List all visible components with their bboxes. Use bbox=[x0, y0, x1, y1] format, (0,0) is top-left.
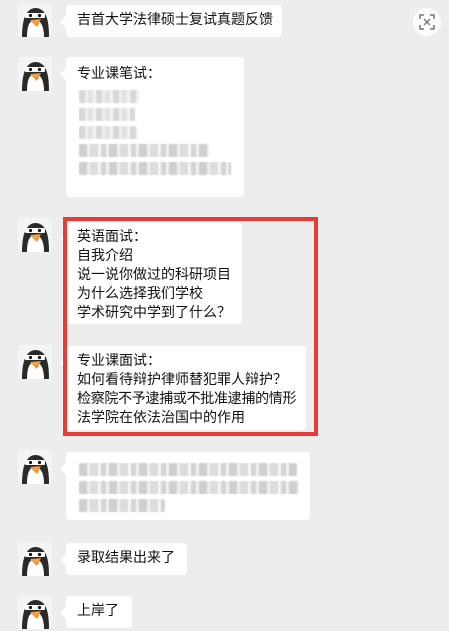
message-text: 专业课笔试： bbox=[77, 66, 161, 82]
message-bubble[interactable] bbox=[60, 452, 310, 520]
message-text: 学术研究中学到了什么？ bbox=[77, 305, 231, 321]
message-text: 吉首大学法律硕士复试真题反馈 bbox=[77, 12, 273, 28]
penguin-avatar-icon[interactable] bbox=[18, 542, 52, 576]
message-bubble[interactable]: 上岸了 bbox=[60, 596, 132, 628]
message-text: 为什么选择我们学校 bbox=[77, 286, 203, 302]
message-bubble[interactable]: 英语面试： 自我介绍 说一说你做过的科研项目 为什么选择我们学校 学术研究中学到… bbox=[60, 222, 242, 324]
penguin-avatar-icon[interactable] bbox=[18, 218, 52, 252]
blurred-text bbox=[79, 481, 299, 494]
penguin-avatar-icon[interactable] bbox=[18, 57, 52, 91]
message-text: 专业课面试： bbox=[77, 353, 161, 369]
blurred-text bbox=[79, 144, 209, 157]
penguin-avatar-icon[interactable] bbox=[18, 345, 52, 379]
message-text: 上岸了 bbox=[77, 603, 119, 619]
message-bubble[interactable]: 专业课面试： 如何看待辩护律师替犯罪人辩护？ 检察院不予逮捕或不批准逮捕的情形 … bbox=[60, 346, 306, 430]
blurred-text bbox=[79, 162, 231, 175]
message-text: 如何看待辩护律师替犯罪人辩护？ bbox=[77, 372, 287, 388]
message-text: 英语面试： bbox=[77, 229, 147, 245]
penguin-avatar-icon[interactable] bbox=[18, 3, 52, 37]
message-text: 说一说你做过的科研项目 bbox=[77, 267, 231, 283]
blurred-text bbox=[79, 499, 165, 512]
blurred-text bbox=[79, 463, 297, 476]
message-text: 录取结果出来了 bbox=[77, 550, 175, 566]
penguin-avatar-icon[interactable] bbox=[18, 595, 52, 629]
message-bubble[interactable]: 录取结果出来了 bbox=[60, 543, 187, 575]
message-bubble[interactable]: 专业课笔试： bbox=[60, 57, 244, 197]
scan-icon[interactable] bbox=[413, 8, 441, 36]
blurred-text bbox=[79, 108, 135, 121]
penguin-avatar-icon[interactable] bbox=[18, 450, 52, 484]
blurred-text bbox=[79, 90, 139, 103]
blurred-text bbox=[79, 126, 137, 139]
message-bubble[interactable]: 吉首大学法律硕士复试真题反馈 bbox=[60, 5, 282, 37]
message-text: 检察院不予逮捕或不批准逮捕的情形 bbox=[77, 391, 297, 407]
message-text: 法学院在依法治国中的作用 bbox=[77, 410, 245, 426]
message-text: 自我介绍 bbox=[77, 248, 133, 264]
